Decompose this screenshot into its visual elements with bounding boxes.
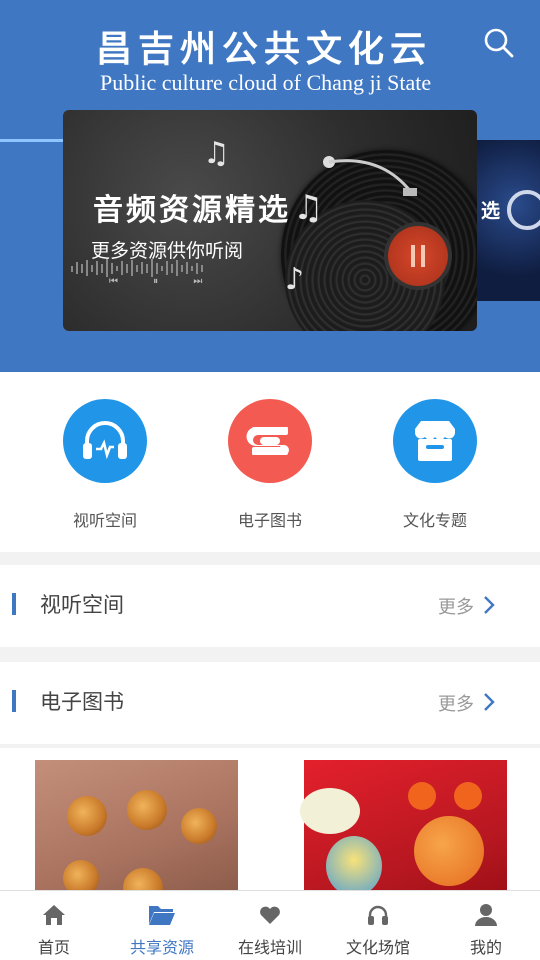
music-note-icon: ♫ — [293, 188, 324, 228]
heart-icon — [260, 906, 280, 924]
category-av-space[interactable]: 视听空间 — [25, 399, 185, 531]
app-subtitle: Public culture cloud of Chang ji State — [100, 70, 432, 95]
section-title: 视听空间 — [40, 593, 124, 617]
book-icon — [228, 399, 312, 483]
tab-profile[interactable]: 我的 — [432, 891, 540, 960]
section-accent-bar — [12, 690, 16, 712]
dough-figure-image — [414, 816, 484, 886]
banner-next-slide[interactable]: 选 — [477, 140, 540, 301]
bottom-tab-bar: 首页 共享资源 在线培训 文化场馆 我的 — [0, 890, 540, 960]
dough-figure-image — [454, 782, 482, 810]
mooncake-image — [63, 860, 99, 890]
category-label: 电子图书 — [237, 511, 302, 530]
plate-image — [300, 788, 360, 834]
headphones-icon — [368, 905, 388, 925]
tab-home[interactable]: 首页 — [0, 891, 108, 960]
music-note-icon: ♪ — [285, 262, 305, 297]
ebook-cover-dough-figures[interactable] — [300, 760, 507, 890]
mooncake-image — [181, 808, 217, 844]
tab-online-training[interactable]: 在线培训 — [216, 891, 324, 960]
search-icon[interactable] — [482, 26, 516, 60]
banner-next-title: 选 — [481, 200, 501, 222]
lion-figure-image — [326, 836, 382, 890]
section-header-ebooks: 电子图书 更多 — [0, 662, 540, 744]
section-accent-bar — [12, 593, 16, 615]
tab-label: 共享资源 — [129, 938, 194, 957]
tab-label: 文化场馆 — [345, 938, 410, 957]
music-note-icon: ♫ — [203, 136, 230, 171]
category-label: 文化专题 — [402, 511, 467, 530]
tab-label: 在线培训 — [237, 938, 302, 957]
category-grid: 视听空间 电子图书 文化专题 — [0, 372, 540, 552]
section-title: 电子图书 — [40, 690, 124, 714]
header: 昌吉州公共文化云 Public culture cloud of Chang j… — [0, 0, 540, 372]
folder-icon — [149, 906, 175, 925]
category-label: 视听空间 — [72, 511, 137, 530]
category-ebooks[interactable]: 电子图书 — [190, 399, 350, 531]
chevron-right-icon[interactable] — [482, 595, 496, 615]
more-link[interactable]: 更多 — [438, 690, 474, 716]
pause-button[interactable] — [388, 226, 448, 286]
banner-slide[interactable]: ♫ ♫ ♪ 音频资源精选 更多资源供你听阅 ⏮ ⏸ ⏭ — [63, 110, 477, 331]
mooncake-image — [127, 790, 167, 830]
tab-label: 我的 — [469, 938, 502, 957]
tab-label: 首页 — [37, 938, 70, 957]
home-icon — [43, 905, 65, 925]
section-header-av: 视听空间 更多 — [0, 565, 540, 647]
mooncake-image — [67, 796, 107, 836]
category-culture-topics[interactable]: 文化专题 — [355, 399, 515, 531]
store-icon — [393, 399, 477, 483]
player-controls-icon: ⏮ ⏸ ⏭ — [109, 276, 219, 287]
chevron-right-icon[interactable] — [482, 692, 496, 712]
tab-culture-venues[interactable]: 文化场馆 — [324, 891, 432, 960]
decorative-line — [0, 139, 64, 142]
app-title: 昌吉州公共文化云 — [96, 28, 433, 70]
headphones-icon — [63, 399, 147, 483]
ebook-cover-mooncakes[interactable] — [35, 760, 238, 890]
tab-shared-resources[interactable]: 共享资源 — [108, 891, 216, 960]
tonearm-icon — [323, 156, 417, 196]
dough-figure-image — [408, 782, 436, 810]
ebook-list — [0, 748, 540, 890]
mooncake-image — [123, 868, 163, 890]
film-reel-icon — [507, 190, 540, 230]
banner-title: 音频资源精选 — [93, 193, 291, 228]
more-link[interactable]: 更多 — [438, 593, 474, 619]
user-icon — [475, 904, 497, 926]
sound-wave-icon — [71, 259, 203, 277]
